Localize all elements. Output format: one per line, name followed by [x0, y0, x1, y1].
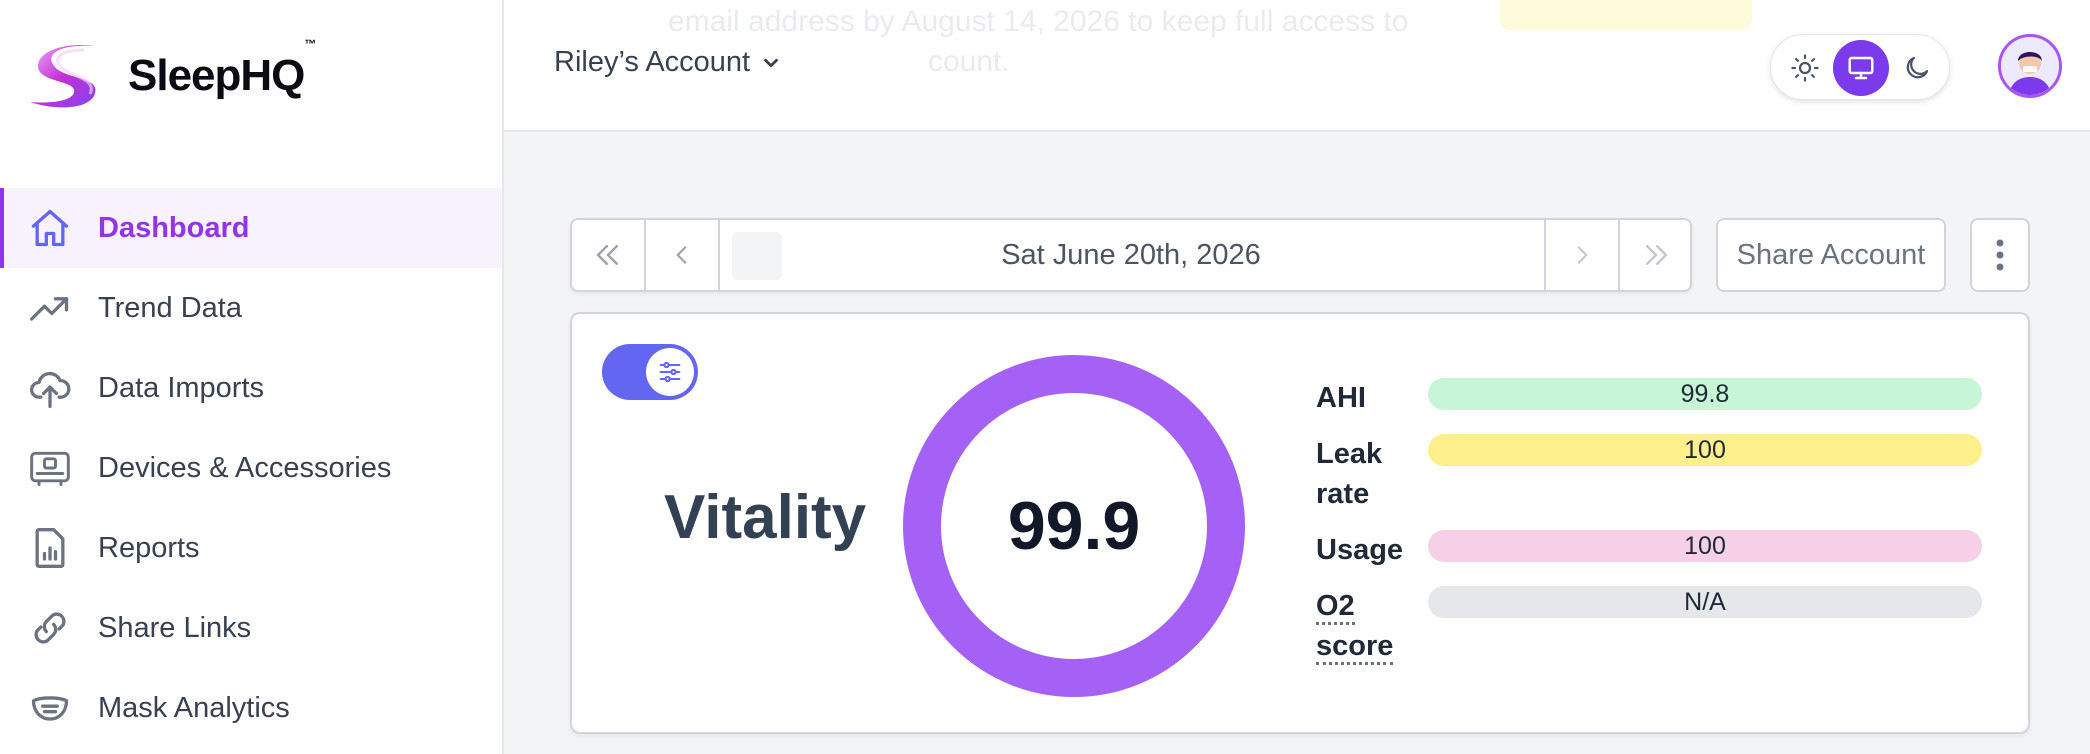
sleephq-logo-icon — [30, 44, 96, 108]
sun-icon — [1791, 54, 1819, 82]
metric-bar-ahi: 99.8 — [1428, 378, 1982, 410]
first-date-button[interactable] — [572, 220, 646, 290]
share-account-button[interactable]: Share Account — [1716, 218, 1946, 292]
logo[interactable]: SleepHQ™ — [24, 37, 316, 112]
metric-label-ahi: AHI — [1316, 382, 1366, 414]
user-avatar[interactable] — [1998, 34, 2062, 98]
calendar-icon — [732, 232, 782, 280]
sidebar-item-label: Dashboard — [98, 211, 250, 244]
previous-date-button[interactable] — [646, 220, 720, 290]
sliders-icon — [659, 361, 681, 383]
last-date-button[interactable] — [1618, 220, 1692, 290]
logo-text: SleepHQ™ — [128, 37, 316, 100]
metric-bar-usage: 100 — [1428, 530, 1982, 562]
chevron-left-icon — [676, 246, 687, 264]
dark-theme-button[interactable] — [1889, 40, 1945, 96]
date-picker[interactable]: Sat June 20th, 2026 — [722, 220, 1540, 290]
metric-bar-leak-rate: 100 — [1428, 434, 1982, 466]
report-icon — [28, 526, 72, 570]
toggle-knob — [646, 348, 694, 396]
metric-bar-o2-score: N/A — [1428, 586, 1982, 618]
sidebar-item-share-links[interactable]: Share Links — [0, 588, 502, 668]
more-vertical-icon — [1996, 239, 2004, 271]
sidebar-item-label: Trend Data — [98, 291, 242, 324]
account-label: Riley’s Account — [554, 46, 751, 78]
vitality-card: Vitality 99.9 AHI 99.8 Leak rate 100 Usa… — [570, 312, 2030, 734]
sidebar-item-data-imports[interactable]: Data Imports — [0, 348, 502, 428]
sidebar-item-label: Data Imports — [98, 371, 264, 404]
sidebar-item-reports[interactable]: Reports — [0, 508, 502, 588]
chevrons-right-icon — [1646, 245, 1668, 265]
verify-email-button-ghost — [1500, 0, 1752, 30]
chevron-down-icon — [764, 58, 778, 67]
top-header: email address by August 14, 2026 to keep… — [504, 0, 2090, 132]
next-date-button[interactable] — [1544, 220, 1618, 290]
metric-label-leak-rate: Leak rate — [1316, 438, 1383, 510]
trend-icon — [28, 286, 72, 330]
metric-label-usage: Usage — [1316, 534, 1404, 566]
sidebar-item-devices[interactable]: Devices & Accessories — [0, 428, 502, 508]
monitor-icon — [1848, 56, 1874, 80]
sidebar-item-label: Mask Analytics — [98, 691, 290, 724]
sidebar-item-dashboard[interactable]: Dashboard — [0, 188, 502, 268]
selected-date: Sat June 20th, 2026 — [1001, 238, 1261, 271]
date-navigator: Sat June 20th, 2026 — [570, 218, 1692, 292]
account-switcher[interactable]: Riley’s Account — [554, 46, 782, 79]
chevron-right-icon — [1577, 246, 1588, 264]
chevrons-left-icon — [596, 245, 618, 265]
vitality-label: Vitality — [664, 483, 867, 552]
sidebar-nav: Dashboard Trend Data Data Imports Device… — [0, 188, 502, 748]
settings-toggle[interactable] — [602, 344, 698, 400]
more-options-button[interactable] — [1970, 218, 2030, 292]
sidebar-item-label: Devices & Accessories — [98, 451, 392, 484]
sidebar: SleepHQ™ Dashboard Trend Data Data Impor… — [0, 0, 504, 754]
cloud-upload-icon — [28, 366, 72, 410]
system-theme-button[interactable] — [1833, 40, 1889, 96]
user-avatar-icon — [2001, 37, 2059, 95]
home-icon — [28, 206, 72, 250]
moon-icon — [1906, 56, 1929, 79]
theme-switcher — [1770, 34, 1950, 100]
sidebar-item-label: Reports — [98, 531, 200, 564]
link-icon — [28, 606, 72, 650]
metric-label-o2-score[interactable]: O2 score — [1316, 586, 1416, 666]
light-theme-button[interactable] — [1777, 40, 1833, 96]
sidebar-item-label: Share Links — [98, 611, 252, 644]
vitality-score: 99.9 — [1007, 488, 1141, 564]
sidebar-item-trend-data[interactable]: Trend Data — [0, 268, 502, 348]
device-icon — [28, 446, 72, 490]
mask-icon — [28, 686, 72, 730]
sidebar-item-mask-analytics[interactable]: Mask Analytics — [0, 668, 502, 748]
